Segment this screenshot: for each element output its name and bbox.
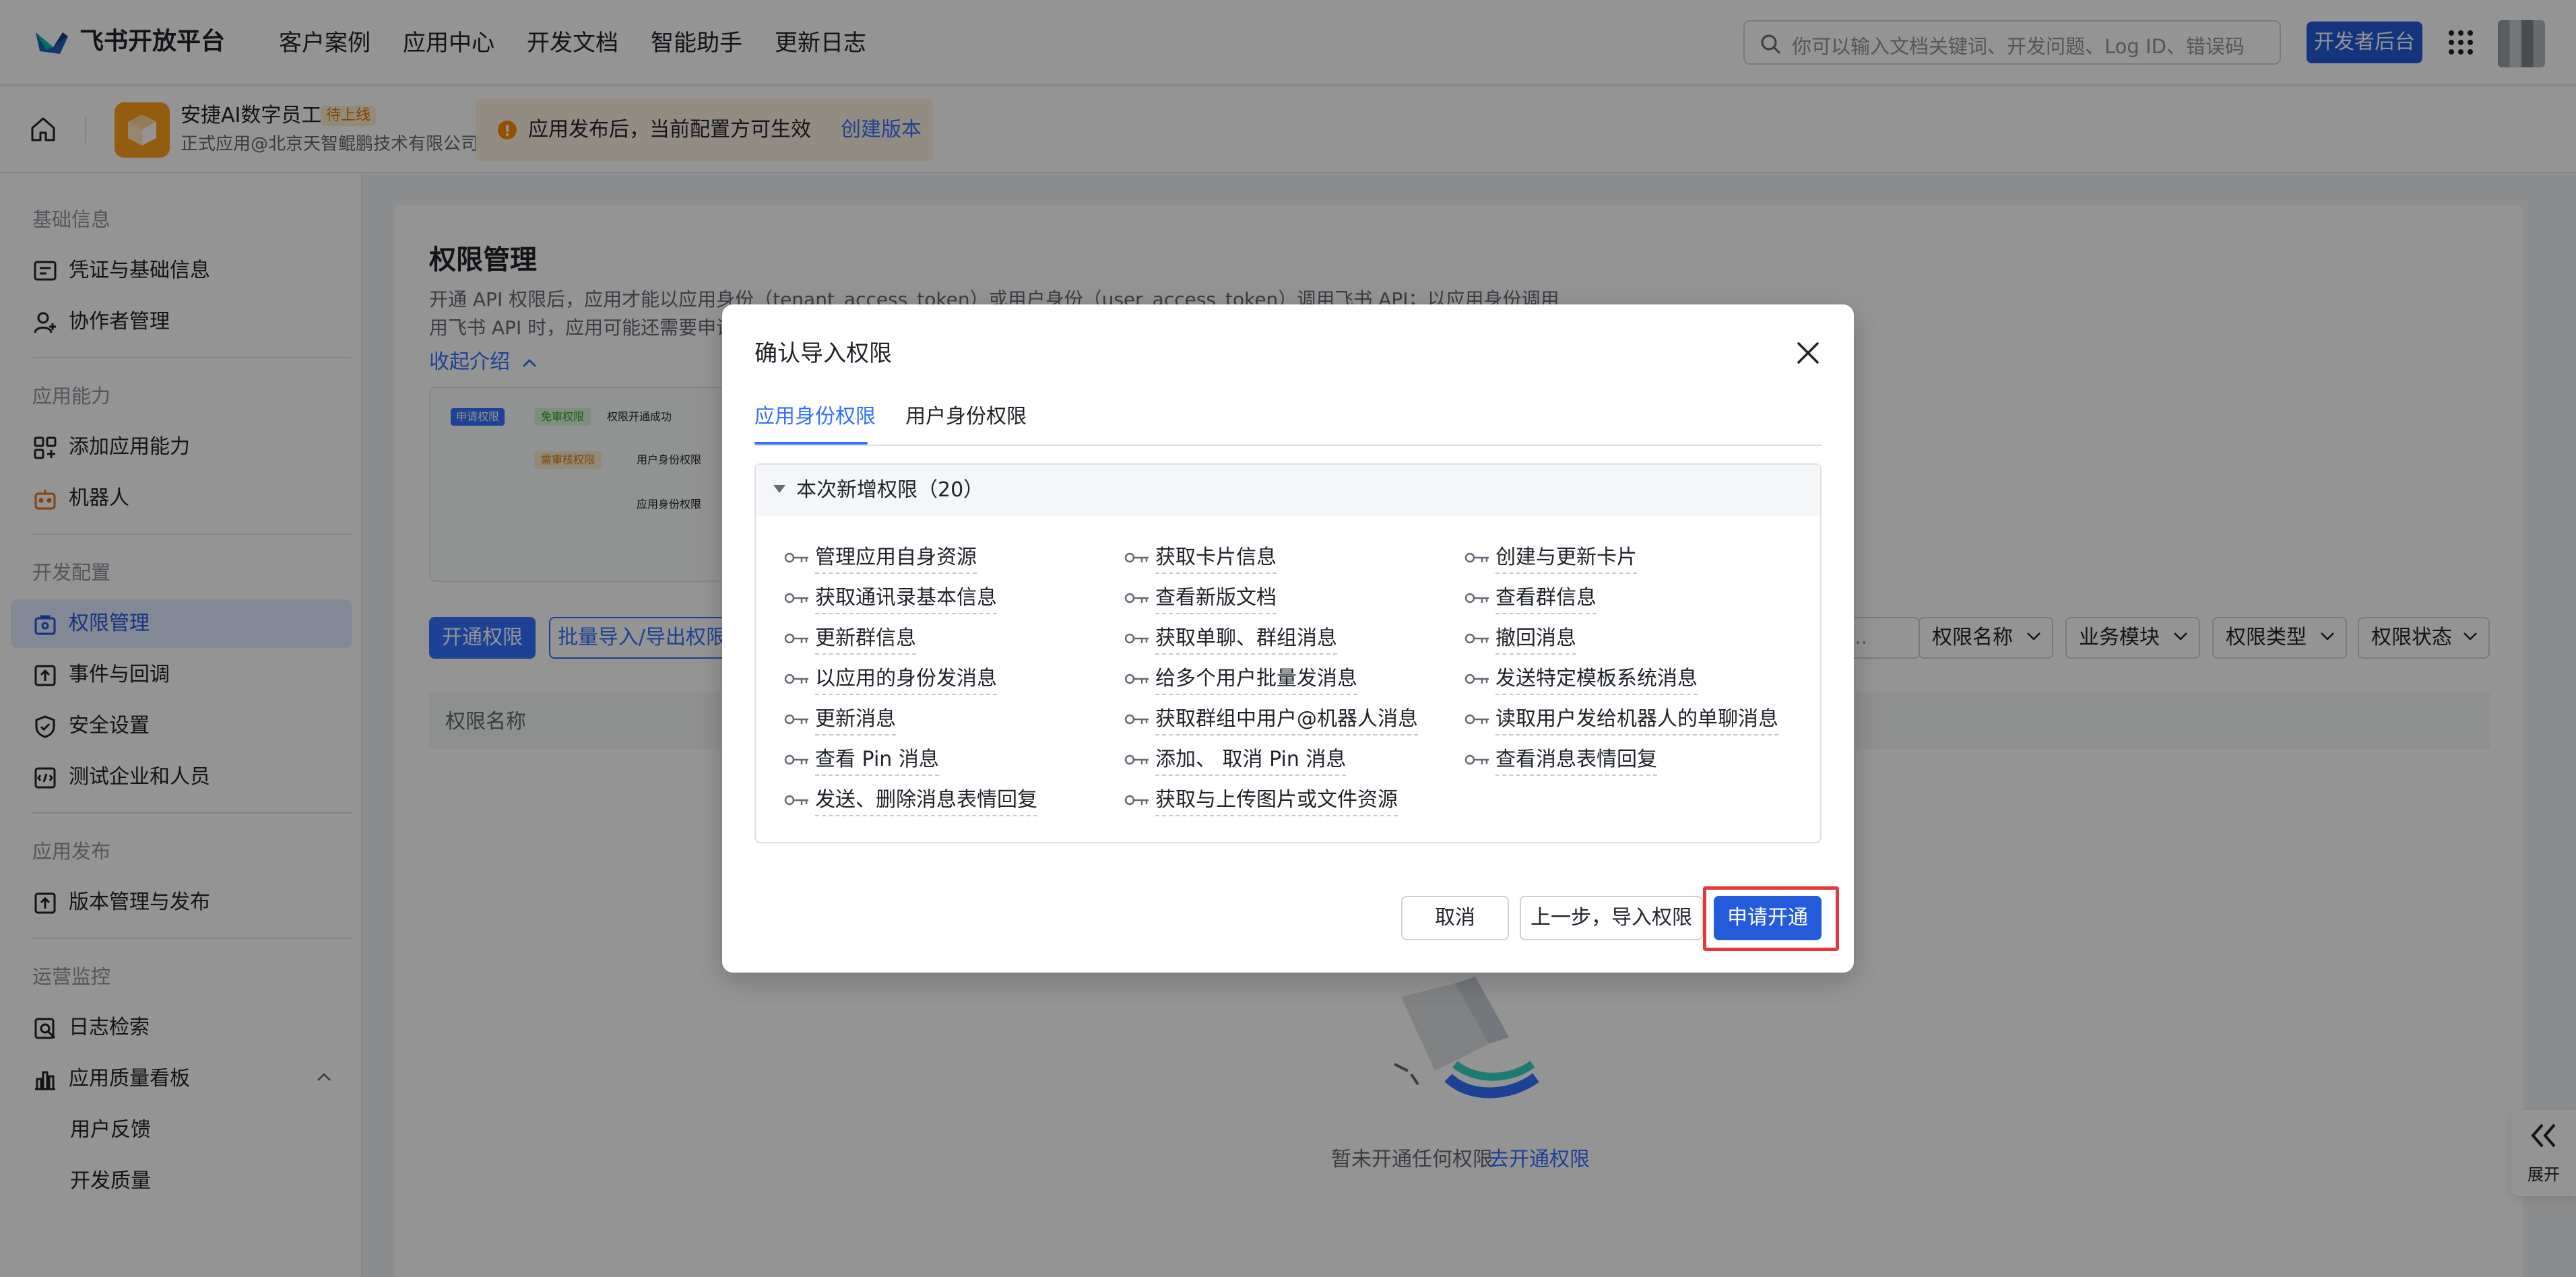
permission-name: 获取与上传图片或文件资源 [1155,785,1398,816]
permission-name: 发送、删除消息表情回复 [815,785,1037,816]
caret-down-icon[interactable] [772,484,787,494]
permission-name: 更新群信息 [815,624,916,655]
permission-name: 更新消息 [815,705,896,735]
tab-divider [754,445,1822,446]
key-icon [1124,753,1150,766]
key-icon [1124,632,1150,645]
active-tab-indicator [754,442,868,445]
cancel-button[interactable]: 取消 [1401,896,1509,940]
key-icon [784,713,810,726]
key-icon [1124,551,1150,564]
permission-name: 获取群组中用户@机器人消息 [1155,705,1418,735]
key-icon [1124,713,1150,726]
key-icon [784,672,810,686]
key-icon [1124,672,1150,686]
permission-name: 以应用的身份发消息 [815,664,997,695]
permission-name: 管理应用自身资源 [815,543,977,574]
close-icon[interactable] [1796,341,1820,365]
permission-name: 获取通讯录基本信息 [815,583,997,614]
tab-user-identity[interactable]: 用户身份权限 [905,403,1027,431]
key-icon [784,632,810,645]
key-icon [1464,672,1490,686]
highlight-box [1703,886,1839,951]
key-icon [1464,632,1490,645]
key-icon [784,551,810,564]
key-icon [784,591,810,605]
permission-name: 查看新版文档 [1155,583,1277,614]
key-icon [1464,591,1490,605]
permission-name: 查看消息表情回复 [1495,745,1657,776]
previous-step-button[interactable]: 上一步，导入权限 [1520,896,1703,940]
key-icon [1124,591,1150,605]
key-icon [1464,713,1490,726]
permission-name: 创建与更新卡片 [1495,543,1637,574]
tab-app-identity[interactable]: 应用身份权限 [754,403,876,431]
key-icon [1124,793,1150,807]
panel-title: 本次新增权限（20） [796,478,984,502]
key-icon [1464,551,1490,564]
key-icon [1464,753,1490,766]
permission-name: 撤回消息 [1495,624,1576,655]
permission-name: 查看群信息 [1495,583,1597,614]
permission-name: 获取单聊、群组消息 [1155,624,1337,655]
dialog-title: 确认导入权限 [754,340,892,367]
permission-name: 给多个用户批量发消息 [1155,664,1357,695]
permission-name: 查看 Pin 消息 [815,745,939,776]
permission-name: 添加、 取消 Pin 消息 [1155,745,1347,776]
permission-name: 发送特定模板系统消息 [1495,664,1698,695]
permission-name: 获取卡片信息 [1155,543,1277,574]
key-icon [784,793,810,807]
permission-name: 读取用户发给机器人的单聊消息 [1495,705,1778,735]
key-icon [784,753,810,766]
